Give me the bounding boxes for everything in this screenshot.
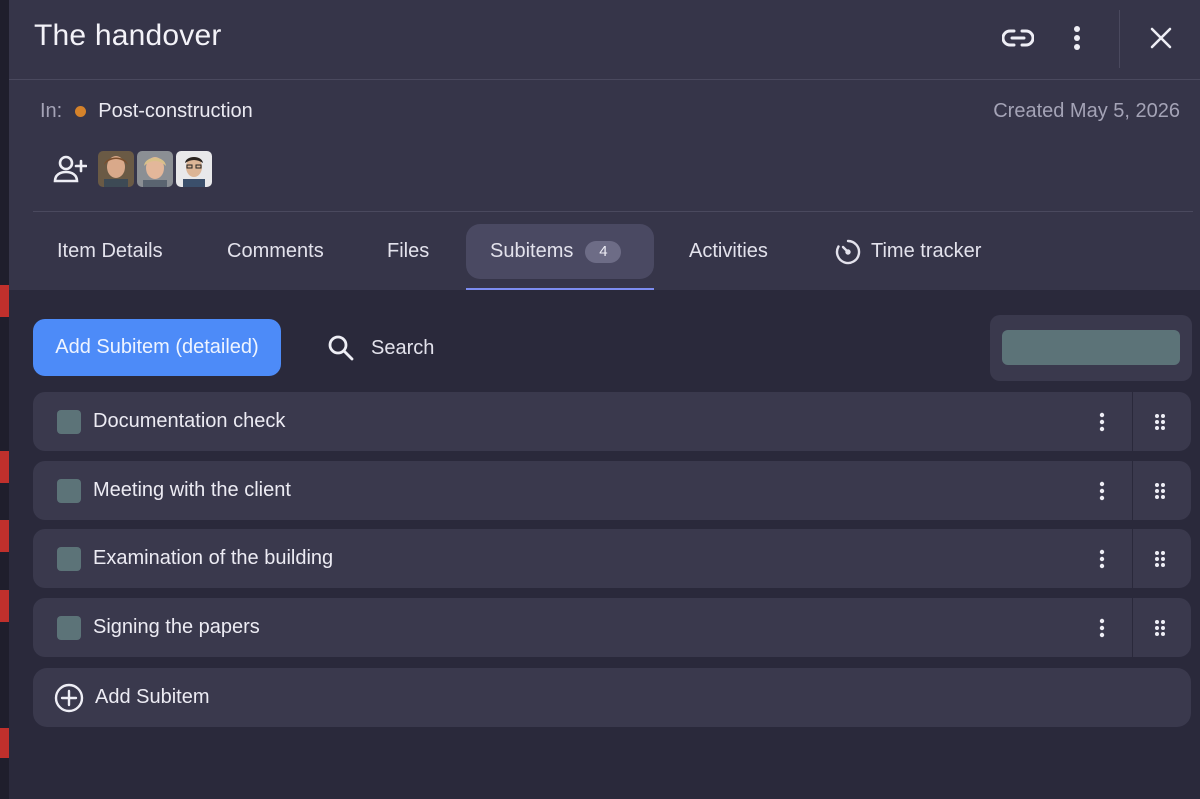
tab-label: Time tracker (871, 240, 982, 262)
search-icon (328, 335, 354, 361)
subitem-row[interactable]: Meeting with the client (33, 461, 1191, 520)
subitem-label[interactable]: Examination of the building (93, 547, 333, 570)
header-divider (33, 211, 1193, 212)
row-divider (1132, 529, 1133, 588)
more-vertical-icon[interactable] (1087, 544, 1117, 574)
board-mark (0, 451, 9, 483)
title-bar: The handover (9, 0, 1200, 80)
tab-label: Files (387, 240, 430, 262)
avatar[interactable] (137, 151, 173, 187)
tab-comments[interactable]: Comments (203, 224, 348, 279)
board-mark (0, 590, 9, 622)
more-vertical-icon[interactable] (1087, 613, 1117, 643)
tab-activities[interactable]: Activities (665, 224, 792, 279)
subitem-label[interactable]: Documentation check (93, 410, 285, 433)
drag-handle-icon[interactable] (1145, 407, 1175, 437)
close-icon[interactable] (1145, 22, 1177, 54)
search-button[interactable]: Search (327, 330, 434, 366)
title-bar-divider (1119, 10, 1120, 68)
active-tab-indicator (466, 288, 654, 290)
tab-label: Item Details (57, 240, 163, 262)
subitems-toolbar: Add Subitem (detailed) Search (9, 300, 1200, 390)
in-label: In: (40, 100, 63, 122)
add-subitem-detailed-button[interactable]: Add Subitem (detailed) (33, 319, 281, 376)
group-name[interactable]: Post-construction (98, 100, 253, 123)
board-mark (0, 520, 9, 552)
timer-icon (835, 239, 861, 264)
avatar[interactable] (176, 151, 212, 187)
add-subitem-label: Add Subitem (95, 686, 210, 708)
tab-label: Activities (689, 240, 768, 262)
add-circle-icon (54, 683, 84, 712)
more-vertical-icon[interactable] (1063, 20, 1091, 56)
tab-time-tracker[interactable]: Time tracker (811, 224, 1005, 279)
board-mark (0, 285, 9, 317)
add-subitem-button[interactable]: Add Subitem (33, 668, 1191, 727)
panel-header-area: The handover In: Post-construction Creat… (9, 0, 1200, 290)
subitem-row[interactable]: Documentation check (33, 392, 1191, 451)
link-icon[interactable] (999, 20, 1037, 56)
drag-handle-icon[interactable] (1145, 613, 1175, 643)
more-vertical-icon[interactable] (1087, 407, 1117, 437)
avatar[interactable] (98, 151, 134, 187)
board-mark (0, 728, 9, 758)
tab-label: Comments (227, 240, 324, 262)
group-color-dot (75, 106, 87, 117)
tab-files[interactable]: Files (363, 224, 453, 279)
subitem-checkbox[interactable] (57, 478, 81, 503)
assignees (51, 151, 212, 187)
filter-input[interactable] (1002, 330, 1180, 365)
tab-bar: Item Details Comments Files Subitems 4 A… (9, 224, 1200, 290)
drag-handle-icon[interactable] (1145, 544, 1175, 574)
add-person-icon[interactable] (51, 151, 89, 187)
created-date: Created May 5, 2026 (993, 100, 1180, 122)
row-divider (1132, 392, 1133, 451)
tab-label: Subitems (490, 240, 574, 262)
subitem-checkbox[interactable] (57, 409, 81, 434)
item-detail-panel: The handover In: Post-construction Creat… (9, 0, 1200, 799)
item-location: In: Post-construction (40, 100, 253, 123)
subitem-checkbox[interactable] (57, 615, 81, 640)
subitem-label[interactable]: Signing the papers (93, 616, 260, 639)
background-board-strip (0, 0, 9, 799)
subitem-checkbox[interactable] (57, 546, 81, 571)
subitems-count-badge: 4 (585, 240, 622, 263)
subitem-row[interactable]: Examination of the building (33, 529, 1191, 588)
more-vertical-icon[interactable] (1087, 476, 1117, 506)
item-title[interactable]: The handover (34, 19, 222, 53)
tab-subitems[interactable]: Subitems 4 (466, 224, 654, 279)
tab-item-details[interactable]: Item Details (33, 224, 187, 279)
search-label: Search (371, 336, 435, 359)
row-divider (1132, 598, 1133, 657)
drag-handle-icon[interactable] (1145, 476, 1175, 506)
subitem-row[interactable]: Signing the papers (33, 598, 1191, 657)
subitem-label[interactable]: Meeting with the client (93, 479, 291, 502)
row-divider (1132, 461, 1133, 520)
filter-control[interactable] (990, 315, 1192, 381)
